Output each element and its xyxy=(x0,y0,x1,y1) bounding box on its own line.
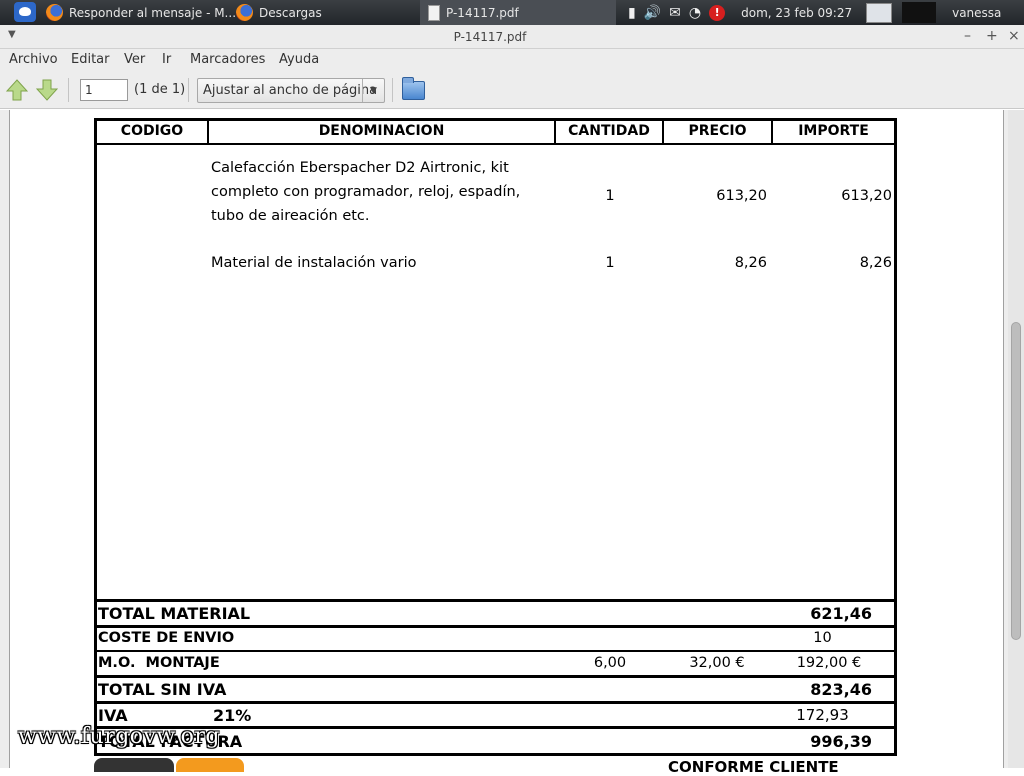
close-icon[interactable]: × xyxy=(1008,28,1020,44)
montaje-value: 192,00 € xyxy=(796,655,862,671)
toolbar: 1 (1 de 1) Ajustar al ancho de página ▼ xyxy=(0,71,1024,109)
total-sin-iva-label: TOTAL SIN IVA xyxy=(98,680,227,699)
menu-marcadores[interactable]: Marcadores xyxy=(190,52,265,67)
total-factura-value: 996,39 xyxy=(810,732,872,751)
zoom-select-value: Ajustar al ancho de página xyxy=(203,83,378,98)
table-border xyxy=(94,118,97,756)
table-border xyxy=(94,625,897,628)
item-cantidad: 1 xyxy=(605,188,615,204)
conforme-cliente-label: CONFORME CLIENTE xyxy=(668,758,839,776)
header-cantidad: CANTIDAD xyxy=(568,123,650,139)
taskbar-item-label: P-14117.pdf xyxy=(446,5,519,20)
iva-value: 172,93 xyxy=(796,706,849,724)
taskbar-item-email[interactable]: Responder al mensaje - M... xyxy=(46,0,236,25)
coste-envio-label: COSTE DE ENVIO xyxy=(98,630,235,646)
header-denominacion: DENOMINACION xyxy=(318,123,445,139)
item-importe: 613,20 xyxy=(841,188,892,204)
item-importe: 8,26 xyxy=(859,255,892,271)
table-border xyxy=(94,701,897,704)
item-description: Material de instalación vario xyxy=(211,255,417,271)
clock[interactable]: dom, 23 feb 09:27 xyxy=(741,6,852,20)
table-border xyxy=(94,118,897,121)
item-description-line: tubo de aireación etc. xyxy=(211,208,370,224)
xfce-menu-icon[interactable] xyxy=(14,2,36,22)
iva-label: IVA xyxy=(98,706,128,725)
folder-icon[interactable] xyxy=(402,77,425,100)
user-name[interactable]: vanessa xyxy=(952,6,1001,20)
montaje-label: M.O. MONTAJE xyxy=(98,655,220,671)
table-border xyxy=(94,599,897,602)
menu-archivo[interactable]: Archivo xyxy=(9,52,58,67)
total-sin-iva-value: 823,46 xyxy=(810,680,872,699)
page-count-label: (1 de 1) xyxy=(134,82,186,97)
watermark: www.furgovw.org xyxy=(18,724,221,749)
total-material-value: 621,46 xyxy=(810,604,872,623)
maximize-icon[interactable]: + xyxy=(986,28,998,44)
wifi-icon[interactable]: ◔ xyxy=(689,5,701,21)
header-codigo: CODIGO xyxy=(120,123,184,139)
battery-icon[interactable]: ▮ xyxy=(628,5,636,21)
montaje-hours: 6,00 xyxy=(593,655,627,671)
table-border xyxy=(94,143,897,145)
document-viewer: CODIGO DENOMINACION CANTIDAD PRECIO IMPO… xyxy=(0,110,1024,768)
menu-ir[interactable]: Ir xyxy=(162,52,171,67)
next-page-icon[interactable] xyxy=(36,78,58,102)
item-precio: 613,20 xyxy=(716,188,767,204)
top-panel: Responder al mensaje - M... Descargas P-… xyxy=(0,0,1024,25)
firefox-icon xyxy=(46,4,63,21)
taskbar-item-label: Responder al mensaje - M... xyxy=(69,5,237,20)
document-icon xyxy=(428,4,440,21)
item-cantidad: 1 xyxy=(605,255,615,271)
item-precio: 8,26 xyxy=(734,255,767,271)
menu-editar[interactable]: Editar xyxy=(71,52,110,67)
coste-envio-value: 10 xyxy=(813,630,832,646)
header-precio: PRECIO xyxy=(688,123,747,139)
zoom-select[interactable]: Ajustar al ancho de página ▼ xyxy=(197,78,385,103)
menu-ayuda[interactable]: Ayuda xyxy=(279,52,319,67)
total-material-label: TOTAL MATERIAL xyxy=(98,604,251,623)
volume-icon[interactable]: 🔊 xyxy=(644,5,661,21)
table-border xyxy=(94,675,897,678)
system-tray: ▮ 🔊 ✉ ◔ ! dom, 23 feb 09:27 vanessa xyxy=(628,0,1001,25)
page-number-input[interactable]: 1 xyxy=(80,79,128,101)
mail-icon[interactable]: ✉ xyxy=(669,5,681,21)
table-border xyxy=(894,118,897,756)
menu-ver[interactable]: Ver xyxy=(124,52,145,67)
firefox-icon xyxy=(236,4,253,21)
chevron-down-icon: ▼ xyxy=(362,79,384,102)
toolbar-separator xyxy=(68,78,69,102)
minimize-icon[interactable]: – xyxy=(964,28,971,44)
toolbar-separator xyxy=(188,78,189,102)
update-alert-icon[interactable]: ! xyxy=(709,4,726,21)
menu-bar: Archivo Editar Ver Ir Marcadores Ayuda xyxy=(0,49,1024,71)
notes-icon[interactable] xyxy=(866,2,893,23)
taskbar-item-label: Descargas xyxy=(259,5,322,20)
item-description-line: completo con programador, reloj, espadín… xyxy=(211,184,521,200)
previous-page-icon[interactable] xyxy=(6,78,28,102)
vertical-scrollbar[interactable] xyxy=(1008,110,1024,768)
taskbar-item-descargas[interactable]: Descargas xyxy=(236,0,322,25)
window-titlebar: ▼ P-14117.pdf – + × xyxy=(0,25,1024,49)
pdf-page: CODIGO DENOMINACION CANTIDAD PRECIO IMPO… xyxy=(9,110,1004,768)
table-border xyxy=(94,650,897,652)
toolbar-separator xyxy=(392,78,393,102)
item-description-line: Calefacción Eberspacher D2 Airtronic, ki… xyxy=(211,160,509,176)
montaje-rate: 32,00 € xyxy=(689,655,745,671)
item-description: Calefacción Eberspacher D2 Airtronic, ki… xyxy=(211,156,520,228)
company-logo xyxy=(94,758,244,772)
table-border xyxy=(94,753,897,756)
taskbar-item-pdf[interactable]: P-14117.pdf xyxy=(420,0,616,25)
workspace-switcher[interactable] xyxy=(902,2,937,23)
scrollbar-thumb[interactable] xyxy=(1011,322,1021,640)
window-title: P-14117.pdf xyxy=(453,30,527,44)
iva-rate: 21% xyxy=(213,706,252,725)
header-importe: IMPORTE xyxy=(798,123,869,139)
